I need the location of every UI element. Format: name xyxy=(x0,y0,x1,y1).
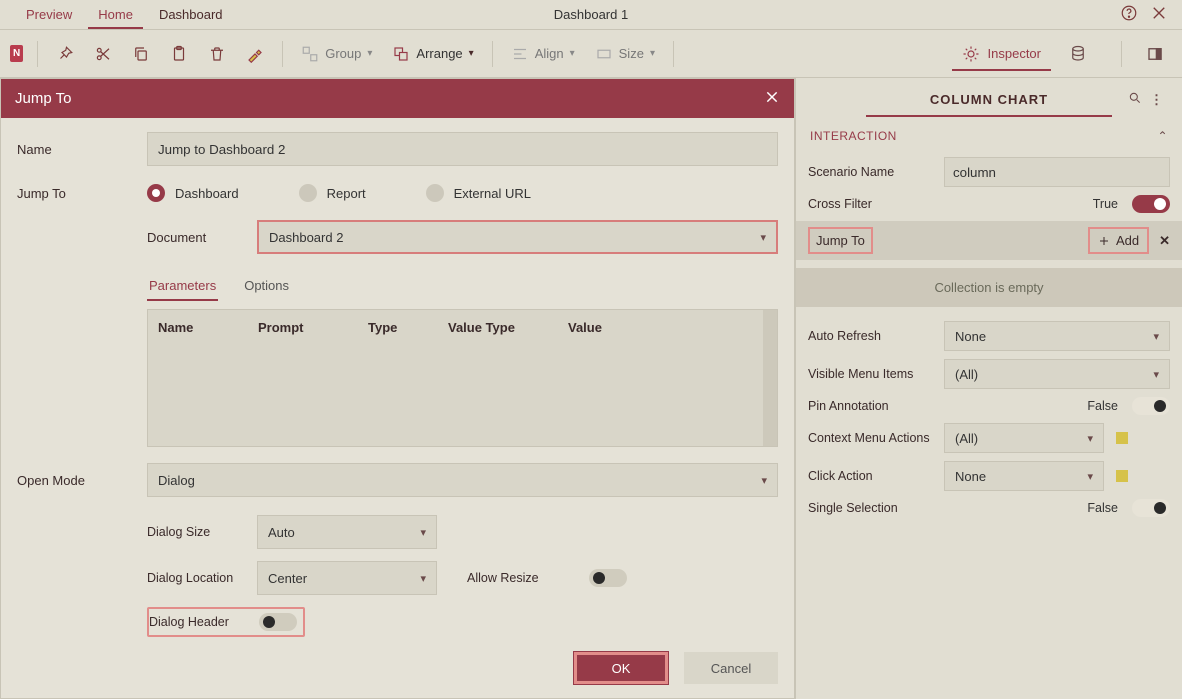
name-input[interactable] xyxy=(147,132,778,166)
pin-annotation-label: Pin Annotation xyxy=(808,399,938,413)
toolbar: N Group▾ Arrange▾ Align▾ Size▾ Inspector xyxy=(0,30,1182,78)
jump-to-label: Jump To xyxy=(17,186,147,201)
tab-preview[interactable]: Preview xyxy=(16,1,82,29)
topbar: Preview Home Dashboard Dashboard 1 xyxy=(0,0,1182,30)
col-value: Value xyxy=(568,320,767,335)
dialog-header-toggle[interactable] xyxy=(259,613,297,631)
section-interaction[interactable]: INTERACTION ⌃ xyxy=(808,115,1170,149)
panel-toggle-icon[interactable] xyxy=(1138,37,1172,71)
col-type: Type xyxy=(368,320,448,335)
scenario-input[interactable] xyxy=(944,157,1170,187)
search-icon[interactable] xyxy=(1128,91,1142,108)
cross-filter-toggle[interactable] xyxy=(1132,195,1170,213)
window-title: Dashboard 1 xyxy=(554,7,628,22)
dialog-header-group: Dialog Header xyxy=(147,607,305,637)
col-value-type: Value Type xyxy=(448,320,568,335)
pin-annotation-toggle[interactable] xyxy=(1132,397,1170,415)
dialog-location-label: Dialog Location xyxy=(147,571,257,585)
subtab-parameters[interactable]: Parameters xyxy=(147,272,218,301)
tab-dashboard[interactable]: Dashboard xyxy=(149,1,233,29)
cross-filter-label: Cross Filter xyxy=(808,197,938,211)
align-dropdown[interactable]: Align▾ xyxy=(503,45,583,63)
help-icon[interactable] xyxy=(1120,4,1138,25)
empty-collection: Collection is empty xyxy=(796,268,1182,307)
dialog-size-select[interactable]: Auto▾ xyxy=(257,515,437,549)
allow-resize-toggle[interactable] xyxy=(589,569,627,587)
grid-scrollbar[interactable] xyxy=(763,310,777,446)
visible-menu-label: Visible Menu Items xyxy=(808,367,938,381)
copy-icon[interactable] xyxy=(124,37,158,71)
dialog-close-icon[interactable] xyxy=(764,89,780,108)
jump-to-dialog: Jump To Name Jump To Dashboard Report Ex… xyxy=(0,78,795,699)
dialog-location-select[interactable]: Center▾ xyxy=(257,561,437,595)
delete-icon[interactable] xyxy=(200,37,234,71)
auto-refresh-select[interactable]: None▾ xyxy=(944,321,1170,351)
close-icon[interactable] xyxy=(1150,4,1168,25)
chevron-up-icon[interactable]: ⌃ xyxy=(1157,129,1168,143)
subtab-options[interactable]: Options xyxy=(242,272,291,301)
tab-home[interactable]: Home xyxy=(88,1,143,29)
dialog-header: Jump To xyxy=(1,79,794,118)
radio-report[interactable]: Report xyxy=(299,184,366,202)
add-button[interactable]: Add xyxy=(1088,227,1149,254)
click-action-label: Click Action xyxy=(808,469,938,483)
more-icon[interactable]: ⋮ xyxy=(1150,92,1164,108)
allow-resize-label: Allow Resize xyxy=(467,571,539,585)
app-badge: N xyxy=(10,45,23,62)
ok-button[interactable]: OK xyxy=(574,652,668,684)
jump-to-panel-label: Jump To xyxy=(808,227,873,254)
context-menu-select[interactable]: (All)▾ xyxy=(944,423,1104,453)
cut-icon[interactable] xyxy=(86,37,120,71)
visible-menu-select[interactable]: (All)▾ xyxy=(944,359,1170,389)
radio-dashboard[interactable]: Dashboard xyxy=(147,184,239,202)
marker-icon xyxy=(1116,470,1128,482)
document-label: Document xyxy=(147,230,257,245)
marker-icon xyxy=(1116,432,1128,444)
arrange-dropdown[interactable]: Arrange▾ xyxy=(384,45,481,63)
single-selection-label: Single Selection xyxy=(808,501,938,515)
top-tabs: Preview Home Dashboard xyxy=(0,1,249,29)
col-name: Name xyxy=(158,320,258,335)
radio-external-url[interactable]: External URL xyxy=(426,184,531,202)
open-mode-select[interactable]: Dialog▾ xyxy=(147,463,778,497)
name-label: Name xyxy=(17,142,147,157)
click-action-select[interactable]: None▾ xyxy=(944,461,1104,491)
dialog-header-label: Dialog Header xyxy=(149,615,259,629)
format-icon[interactable] xyxy=(238,37,272,71)
inspector-tab[interactable]: Inspector xyxy=(952,39,1051,71)
auto-refresh-label: Auto Refresh xyxy=(808,329,938,343)
panel-title: COLUMN CHART ⋮ xyxy=(808,78,1170,115)
dialog-title: Jump To xyxy=(15,90,71,107)
cross-filter-value: True xyxy=(1093,197,1118,211)
size-dropdown[interactable]: Size▾ xyxy=(587,45,663,63)
inspector-panel: COLUMN CHART ⋮ INTERACTION ⌃ Scenario Na… xyxy=(795,78,1182,699)
single-selection-value: False xyxy=(1087,501,1118,515)
context-menu-label: Context Menu Actions xyxy=(808,431,938,445)
pin-annotation-value: False xyxy=(1087,399,1118,413)
remove-icon[interactable]: ✕ xyxy=(1159,233,1170,249)
jump-to-row: Jump To Add ✕ xyxy=(796,221,1182,260)
pin-icon[interactable] xyxy=(48,37,82,71)
scenario-label: Scenario Name xyxy=(808,165,938,179)
document-select[interactable]: Dashboard 2▾ xyxy=(257,220,778,254)
dialog-size-label: Dialog Size xyxy=(147,525,257,539)
open-mode-label: Open Mode xyxy=(17,473,147,488)
single-selection-toggle[interactable] xyxy=(1132,499,1170,517)
group-dropdown[interactable]: Group▾ xyxy=(293,45,380,63)
database-icon[interactable] xyxy=(1061,37,1095,71)
col-prompt: Prompt xyxy=(258,320,368,335)
paste-icon[interactable] xyxy=(162,37,196,71)
parameters-grid: Name Prompt Type Value Type Value xyxy=(147,309,778,447)
cancel-button[interactable]: Cancel xyxy=(684,652,778,684)
